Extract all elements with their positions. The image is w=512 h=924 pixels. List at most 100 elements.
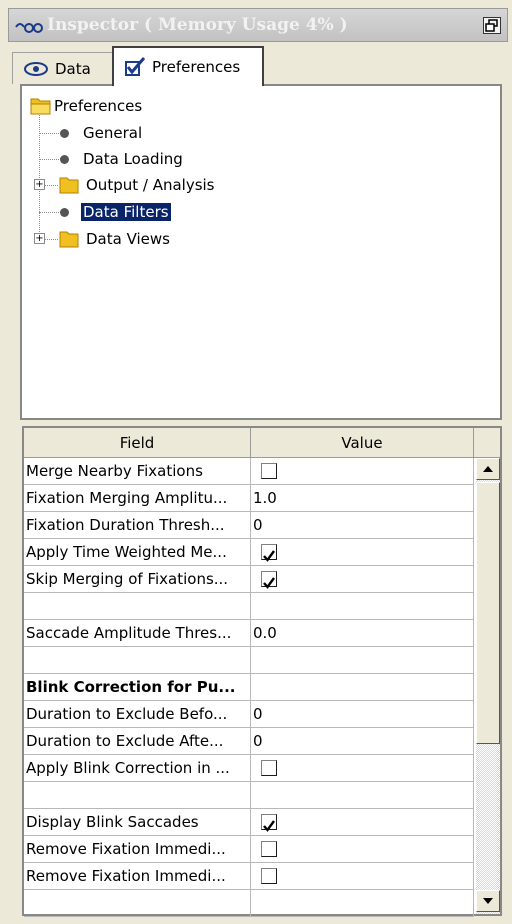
scrollbar-thumb[interactable] (476, 482, 500, 744)
table-row[interactable] (24, 647, 474, 674)
header-corner (474, 428, 500, 458)
value-cell[interactable] (251, 890, 474, 917)
folder-open-icon (30, 98, 51, 115)
field-cell: Display Blink Saccades (24, 809, 251, 836)
eye-glasses-icon (15, 23, 43, 33)
tab-bar: Data Preferences (8, 46, 508, 86)
value-cell-checkbox[interactable] (251, 539, 474, 566)
tab-data[interactable]: Data (12, 52, 118, 84)
checkbox-unchecked[interactable] (261, 463, 277, 479)
field-cell: Remove Fixation Immedi... (24, 836, 251, 863)
value-cell-checkbox[interactable] (251, 836, 474, 863)
tree-item-data-filters[interactable]: Data Filters (60, 200, 172, 224)
table-row[interactable]: Saccade Amplitude Thres... 0.0 (24, 620, 474, 647)
tab-preferences[interactable]: Preferences (112, 46, 264, 86)
scroll-up-arrow-icon[interactable] (476, 458, 500, 480)
tree-connector (44, 239, 58, 240)
table-row[interactable]: Apply Blink Correction in ... (24, 755, 474, 782)
table-row[interactable]: Apply Time Weighted Me... (24, 539, 474, 566)
leaf-bullet-icon (60, 154, 69, 164)
leaf-bullet-icon (60, 207, 69, 217)
checkbox-checked[interactable] (261, 544, 277, 562)
tree-item-general[interactable]: General (60, 121, 144, 145)
field-cell: Duration to Exclude Befo... (24, 701, 251, 728)
checkbox-checked[interactable] (261, 814, 277, 832)
tree-item-label: Output / Analysis (86, 176, 215, 194)
value-cell[interactable]: 0 (251, 512, 474, 539)
field-cell (24, 890, 251, 917)
scroll-down-arrow-icon[interactable] (476, 890, 500, 912)
value-cell[interactable]: 1.0 (251, 485, 474, 512)
value-cell[interactable]: 0 (251, 701, 474, 728)
column-header-field[interactable]: Field (24, 428, 251, 458)
value-cell[interactable]: 0.0 (251, 620, 474, 647)
table-row[interactable]: Fixation Duration Thresh... 0 (24, 512, 474, 539)
window-title: Inspector ( Memory Usage 4% ) (47, 15, 348, 35)
value-cell[interactable] (251, 674, 474, 701)
leaf-bullet-icon (60, 128, 69, 138)
restore-window-icon[interactable] (483, 17, 501, 34)
value-cell-checkbox[interactable] (251, 863, 474, 890)
property-table: Field Value Merge Nearby Fixations Fixati… (22, 426, 502, 917)
table-row[interactable]: Merge Nearby Fixations (24, 458, 474, 485)
table-header: Field Value (24, 428, 500, 458)
field-cell (24, 593, 251, 620)
field-cell: Apply Time Weighted Me... (24, 539, 251, 566)
folder-icon (59, 231, 79, 248)
checkmark-icon (263, 577, 275, 589)
table-row[interactable] (24, 890, 474, 917)
tree-item-label-selected: Data Filters (80, 202, 172, 222)
tree-item-data-views[interactable]: Data Views (58, 227, 172, 251)
value-cell-checkbox[interactable] (251, 755, 474, 782)
tree-item-label: Data Loading (83, 150, 183, 168)
table-row[interactable]: Duration to Exclude Befo... 0 (24, 701, 474, 728)
checkbox-unchecked[interactable] (261, 760, 277, 776)
checkbox-checked-icon (125, 57, 146, 76)
folder-icon (59, 177, 79, 194)
checkmark-icon (263, 550, 275, 562)
value-cell-checkbox[interactable] (251, 458, 474, 485)
table-row[interactable]: Display Blink Saccades (24, 809, 474, 836)
expand-data-views-icon[interactable]: + (34, 233, 45, 244)
table-row[interactable]: Duration to Exclude Afte... 0 (24, 728, 474, 755)
tree-root-preferences[interactable]: Preferences (30, 94, 144, 118)
table-row[interactable]: Fixation Merging Amplitu... 1.0 (24, 485, 474, 512)
tab-preferences-label: Preferences (152, 58, 241, 76)
field-cell: Fixation Duration Thresh... (24, 512, 251, 539)
field-cell: Blink Correction for Pu... (24, 674, 251, 701)
checkbox-unchecked[interactable] (261, 841, 277, 857)
expand-output-analysis-icon[interactable]: + (34, 179, 45, 190)
inspector-title-bar[interactable]: Inspector ( Memory Usage 4% ) (8, 8, 508, 42)
tree-item-data-loading[interactable]: Data Loading (60, 147, 185, 171)
table-row[interactable]: Remove Fixation Immedi... (24, 836, 474, 863)
checkbox-checked[interactable] (261, 571, 277, 589)
value-cell[interactable]: 0 (251, 728, 474, 755)
field-cell: Merge Nearby Fixations (24, 458, 251, 485)
table-row[interactable]: Skip Merging of Fixations... (24, 566, 474, 593)
field-cell (24, 647, 251, 674)
field-cell (24, 782, 251, 809)
tree-root-label: Preferences (54, 97, 143, 115)
tree-connector (39, 108, 40, 242)
value-cell[interactable] (251, 782, 474, 809)
tree-connector (44, 185, 58, 186)
tree-item-label: Data Views (86, 230, 170, 248)
preferences-tree[interactable]: Preferences General Data Loading + Outpu… (20, 84, 502, 420)
checkmark-icon (263, 820, 275, 832)
tab-data-label: Data (55, 59, 91, 78)
field-cell: Duration to Exclude Afte... (24, 728, 251, 755)
value-cell-checkbox[interactable] (251, 809, 474, 836)
field-cell: Skip Merging of Fixations... (24, 566, 251, 593)
value-cell[interactable] (251, 647, 474, 674)
field-cell: Saccade Amplitude Thres... (24, 620, 251, 647)
tree-item-output-analysis[interactable]: Output / Analysis (58, 173, 217, 197)
column-header-value[interactable]: Value (251, 428, 474, 458)
table-row[interactable]: Remove Fixation Immedi... (24, 863, 474, 890)
table-row[interactable] (24, 782, 474, 809)
checkbox-unchecked[interactable] (261, 868, 277, 884)
value-cell-checkbox[interactable] (251, 566, 474, 593)
table-row[interactable] (24, 593, 474, 620)
vertical-scrollbar[interactable] (476, 458, 500, 914)
value-cell[interactable] (251, 593, 474, 620)
table-row[interactable]: Blink Correction for Pu... (24, 674, 474, 701)
